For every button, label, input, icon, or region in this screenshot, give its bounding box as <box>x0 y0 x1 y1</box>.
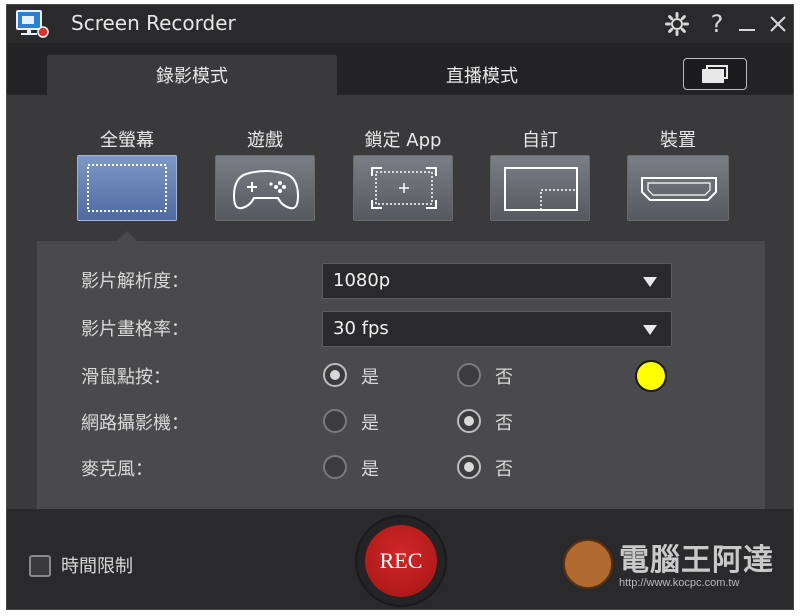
mode-tabs: 錄影模式 直播模式 <box>7 43 793 95</box>
time-limit-checkbox[interactable] <box>29 555 51 577</box>
microphone-yes-label: 是 <box>361 459 379 480</box>
mode-custom[interactable]: 自訂 <box>490 127 590 221</box>
webcam-no-label: 否 <box>495 413 513 434</box>
mode-label: 裝置 <box>660 130 696 151</box>
bottom-bar: 時間限制 REC 電腦王阿達 http://www.kocpc.com.tw <box>7 509 793 609</box>
watermark: 電腦王阿達 http://www.kocpc.com.tw <box>563 535 789 599</box>
help-button[interactable]: ? <box>704 10 730 38</box>
windows-stack-icon <box>702 65 728 83</box>
record-button[interactable]: REC <box>365 525 437 597</box>
microphone-yes-radio[interactable] <box>323 455 347 479</box>
lock-app-icon <box>353 155 453 221</box>
webcam-yes-label: 是 <box>361 413 379 434</box>
dropdown-arrow-icon <box>643 325 657 335</box>
app-title: Screen Recorder <box>71 11 236 35</box>
webcam-no-radio[interactable] <box>457 409 481 433</box>
mode-fullscreen[interactable]: 全螢幕 <box>77 127 177 221</box>
mouse-click-yes-radio[interactable] <box>323 363 347 387</box>
mouse-click-label: 滑鼠點按： <box>81 367 171 388</box>
settings-panel: 影片解析度： 1080p 影片畫格率： 30 fps 滑鼠點按： 是 否 網路攝… <box>37 241 765 509</box>
mode-label: 鎖定 App <box>364 130 442 151</box>
tab-live-mode[interactable]: 直播模式 <box>337 55 627 95</box>
mouse-click-yes-label: 是 <box>361 367 379 388</box>
close-button[interactable] <box>765 11 791 37</box>
close-icon <box>770 16 786 32</box>
custom-region-icon <box>490 155 590 221</box>
click-highlight-color-swatch[interactable] <box>635 360 667 392</box>
time-limit-label: 時間限制 <box>61 556 133 577</box>
tab-record-mode[interactable]: 錄影模式 <box>47 55 337 95</box>
window-switch-button[interactable] <box>683 58 747 90</box>
mode-label: 全螢幕 <box>100 130 154 151</box>
webcam-yes-radio[interactable] <box>323 409 347 433</box>
resolution-select[interactable]: 1080p <box>322 263 672 299</box>
hdmi-icon <box>627 155 729 221</box>
microphone-label: 麥克風： <box>81 459 153 480</box>
minimize-icon <box>739 29 755 31</box>
active-mode-pointer <box>117 231 137 241</box>
mode-label: 遊戲 <box>247 130 283 151</box>
mode-lock-app[interactable]: 鎖定 App <box>353 127 453 221</box>
minimize-button[interactable] <box>734 11 760 37</box>
gamepad-icon <box>215 155 315 221</box>
microphone-no-label: 否 <box>495 459 513 480</box>
mouse-click-no-radio[interactable] <box>457 363 481 387</box>
title-bar: Screen Recorder ? <box>7 5 793 43</box>
mode-label: 自訂 <box>522 130 558 151</box>
framerate-value: 30 fps <box>333 318 389 339</box>
webcam-label: 網路攝影機： <box>81 413 189 434</box>
dropdown-arrow-icon <box>643 277 657 287</box>
mouse-click-no-label: 否 <box>495 367 513 388</box>
framerate-label: 影片畫格率： <box>81 319 189 340</box>
fullscreen-icon <box>77 155 177 221</box>
mode-device[interactable]: 裝置 <box>627 127 729 221</box>
app-logo-icon <box>15 9 51 39</box>
gear-icon <box>665 12 689 36</box>
framerate-select[interactable]: 30 fps <box>322 311 672 347</box>
main-panel: 全螢幕 遊戲 鎖定 App 自訂 裝置 影片解析度： 1080p 影片畫格率： … <box>7 95 793 509</box>
settings-button[interactable] <box>664 11 690 37</box>
watermark-mascot-icon <box>563 539 613 589</box>
microphone-no-radio[interactable] <box>457 455 481 479</box>
watermark-url: http://www.kocpc.com.tw <box>619 577 740 589</box>
watermark-title: 電腦王阿達 <box>619 543 774 578</box>
resolution-value: 1080p <box>333 270 391 291</box>
mode-game[interactable]: 遊戲 <box>215 127 315 221</box>
screen-recorder-window: Screen Recorder ? 錄影模式 直播模式 全螢幕 遊戲 鎖定 Ap… <box>6 4 794 610</box>
resolution-label: 影片解析度： <box>81 271 189 292</box>
